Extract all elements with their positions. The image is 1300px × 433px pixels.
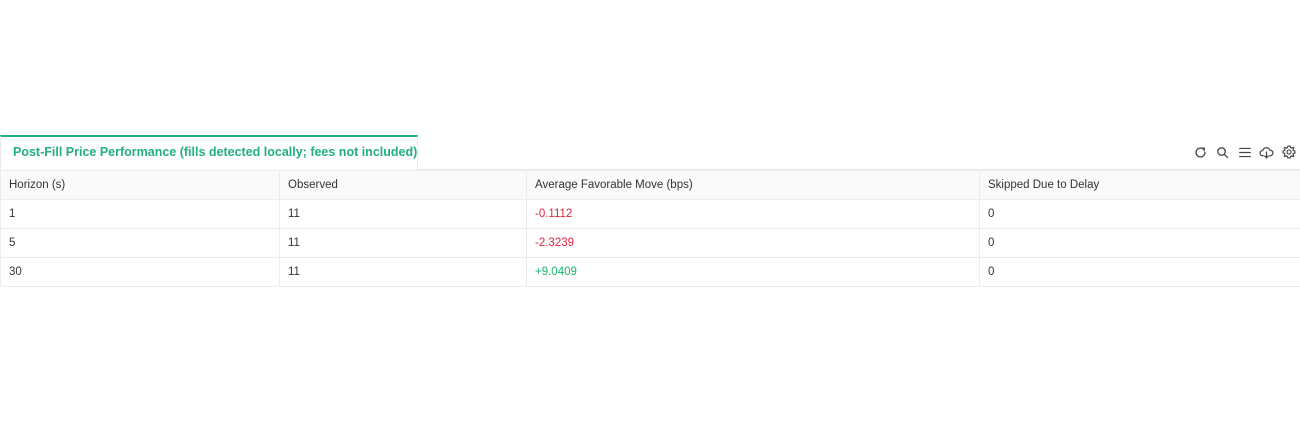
cell-horizon: 1 <box>0 199 280 229</box>
cell-skipped: 0 <box>979 199 1300 229</box>
search-icon <box>1217 146 1229 158</box>
tab-post-fill-performance[interactable]: Post-Fill Price Performance (fills detec… <box>0 135 418 170</box>
refresh-icon <box>1195 146 1206 158</box>
tab-bar: Post-Fill Price Performance (fills detec… <box>0 135 1300 170</box>
columns-button[interactable] <box>1237 145 1252 160</box>
column-header-horizon[interactable]: Horizon (s) <box>0 170 280 200</box>
list-icon <box>1238 147 1251 157</box>
cell-avg-move: -0.1112 <box>526 199 980 229</box>
settings-button[interactable] <box>1281 145 1296 160</box>
cloud-download-icon <box>1259 146 1274 158</box>
table-row: 30 11 +9.0409 0 <box>0 257 1300 287</box>
table-row: 1 11 -0.1112 0 <box>0 199 1300 229</box>
post-fill-panel: Post-Fill Price Performance (fills detec… <box>0 135 1300 287</box>
column-header-avg-move[interactable]: Average Favorable Move (bps) <box>526 170 980 200</box>
cell-observed: 11 <box>279 228 527 258</box>
panel-toolbar <box>1193 144 1296 160</box>
cell-avg-move: -2.3239 <box>526 228 980 258</box>
cell-skipped: 0 <box>979 228 1300 258</box>
cell-horizon: 30 <box>0 257 280 287</box>
table-header-row: Horizon (s) Observed Average Favorable M… <box>0 170 1300 200</box>
refresh-button[interactable] <box>1193 145 1208 160</box>
cell-observed: 11 <box>279 257 527 287</box>
table-row: 5 11 -2.3239 0 <box>0 228 1300 258</box>
column-header-skipped[interactable]: Skipped Due to Delay <box>979 170 1300 200</box>
cell-skipped: 0 <box>979 257 1300 287</box>
cell-avg-move: +9.0409 <box>526 257 980 287</box>
gear-icon <box>1281 145 1296 159</box>
cell-observed: 11 <box>279 199 527 229</box>
search-button[interactable] <box>1215 145 1230 160</box>
column-header-observed[interactable]: Observed <box>279 170 527 200</box>
cell-horizon: 5 <box>0 228 280 258</box>
download-button[interactable] <box>1259 145 1274 160</box>
performance-table: Horizon (s) Observed Average Favorable M… <box>0 170 1300 287</box>
